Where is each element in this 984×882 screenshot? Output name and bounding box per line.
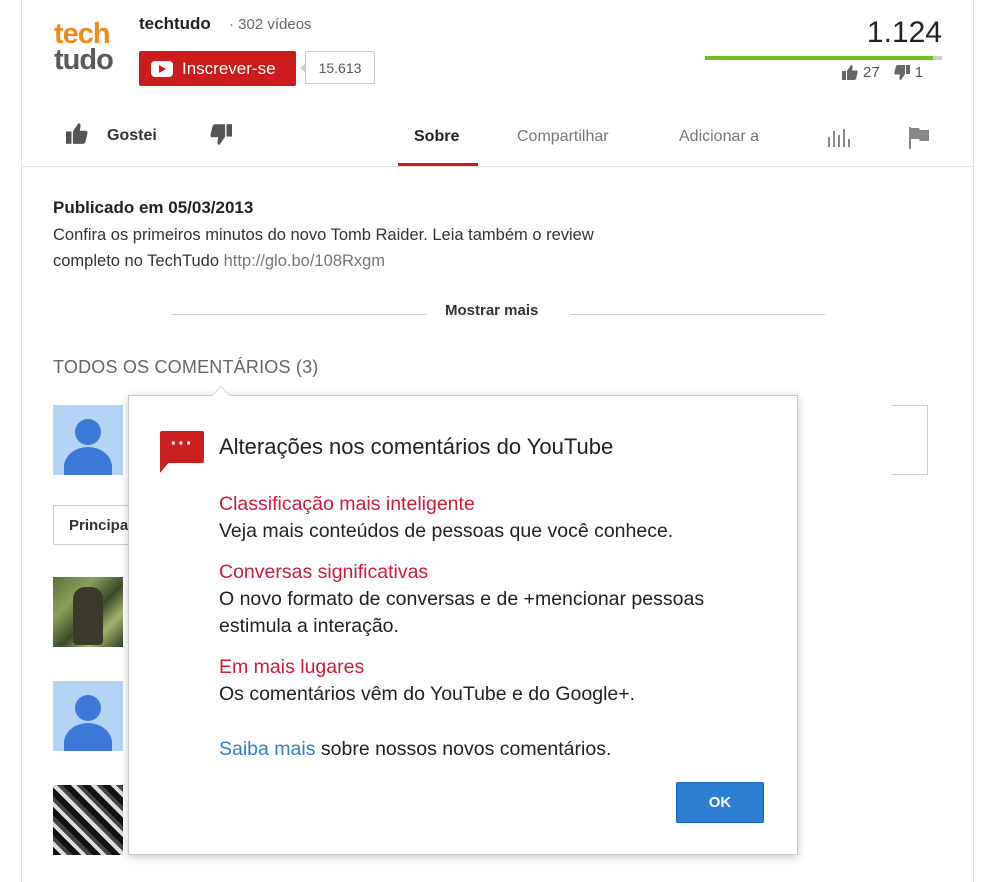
divider-right <box>570 314 825 315</box>
tab-about[interactable]: Sobre <box>414 128 459 146</box>
flag-icon[interactable] <box>908 127 930 154</box>
dialog-section: Conversas significativas O novo formato … <box>219 559 779 640</box>
dialog-section: Em mais lugares Os comentários vêm do Yo… <box>219 654 779 708</box>
section-body: Os comentários vêm do YouTube e do Googl… <box>219 683 636 705</box>
subscriber-count: 15.613 <box>300 51 375 84</box>
tab-share[interactable]: Compartilhar <box>517 128 609 146</box>
section-body: Veja mais conteúdos de pessoas que você … <box>219 520 674 542</box>
channel-logo[interactable]: tech tudo <box>54 20 124 82</box>
publish-date: Publicado em 05/03/2013 <box>53 198 254 217</box>
channel-name[interactable]: techtudo <box>139 14 211 34</box>
like-button[interactable]: Gostei <box>66 123 157 149</box>
tab-add-to[interactable]: Adicionar a <box>679 128 759 146</box>
thumbs-up-icon <box>66 123 88 149</box>
dialog-section: Classificação mais inteligente Veja mais… <box>219 491 779 545</box>
subscribe-label: Inscrever-se <box>182 58 276 78</box>
video-info-panel: tech tudo techtudo · 302 vídeos Inscreve… <box>21 0 974 882</box>
thumbs-down-icon <box>210 124 232 149</box>
show-more-button[interactable]: Mostrar mais <box>445 302 538 319</box>
section-body: O novo formato de conversas e de +mencio… <box>219 588 705 637</box>
like-ratio-fill <box>705 56 934 60</box>
comment-bubble-icon: ··· <box>160 431 204 473</box>
likes-summary: 27 1 <box>842 64 923 81</box>
learn-more-text: sobre nossos novos comentários. <box>315 738 612 760</box>
divider-left <box>172 314 427 315</box>
section-heading: Classificação mais inteligente <box>219 493 475 515</box>
dislike-count: 1 <box>914 64 924 81</box>
thumbs-down-small-icon <box>894 65 910 80</box>
ok-button[interactable]: OK <box>676 782 764 823</box>
video-description: Confira os primeiros minutos do novo Tom… <box>53 222 653 274</box>
youtube-play-icon <box>151 60 173 77</box>
section-heading: Em mais lugares <box>219 656 365 678</box>
comments-changes-dialog: ··· Alterações nos comentários do YouTub… <box>128 386 798 855</box>
view-count: 1.124 <box>866 16 942 49</box>
action-bar: Gostei Sobre Compartilhar Adicionar a <box>22 108 973 167</box>
commenter-avatar[interactable] <box>53 681 123 751</box>
stats-icon[interactable] <box>827 127 851 152</box>
comment-input[interactable] <box>892 405 928 475</box>
subscribe-button[interactable]: Inscrever-se <box>139 51 296 86</box>
section-heading: Conversas significativas <box>219 561 429 583</box>
like-count: 27 <box>863 64 880 81</box>
learn-more-link[interactable]: Saiba mais <box>219 738 315 760</box>
like-label: Gostei <box>107 127 157 144</box>
current-user-avatar <box>53 405 123 475</box>
commenter-avatar[interactable] <box>53 577 123 647</box>
learn-more-line: Saiba mais sobre nossos novos comentário… <box>219 738 611 761</box>
description-link[interactable]: http://glo.bo/108Rxgm <box>224 252 385 270</box>
like-ratio-bar <box>705 56 942 60</box>
active-tab-indicator <box>398 163 478 166</box>
comments-heading: TODOS OS COMENTÁRIOS (3) <box>53 357 319 377</box>
thumbs-up-small-icon <box>842 65 858 80</box>
commenter-avatar[interactable] <box>53 785 123 855</box>
logo-text-bottom: tudo <box>54 44 114 76</box>
dislike-button[interactable] <box>210 124 232 150</box>
dialog-title: Alterações nos comentários do YouTube <box>219 434 614 459</box>
video-count[interactable]: · 302 vídeos <box>229 16 312 33</box>
